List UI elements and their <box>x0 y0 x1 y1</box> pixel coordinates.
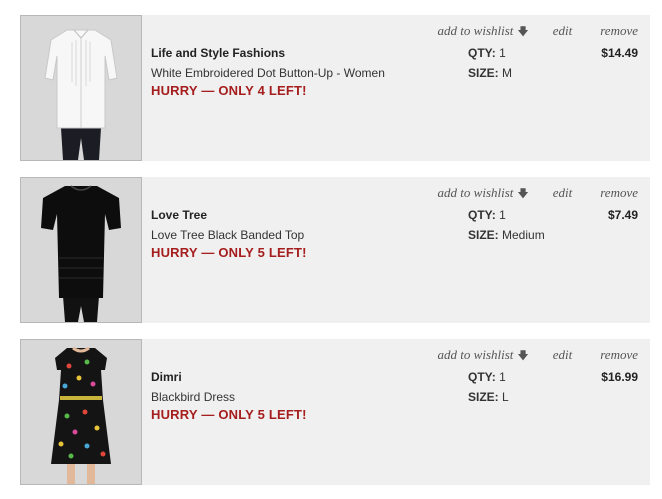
product-image-white-blouse[interactable] <box>20 15 142 161</box>
item-price: $7.49 <box>607 208 638 222</box>
size-label: SIZE: <box>468 228 499 242</box>
remove-link[interactable]: remove <box>600 23 638 38</box>
size: SIZE: Medium <box>468 228 545 242</box>
qty-label: QTY: <box>468 46 496 60</box>
add-to-wishlist-link[interactable]: add to wishlist 🡇 <box>438 347 529 362</box>
edit-link[interactable]: edit <box>553 23 573 38</box>
qty-label: QTY: <box>468 370 496 384</box>
size-label: SIZE: <box>468 390 499 404</box>
quantity: QTY: 1 <box>468 46 506 60</box>
qty-value: 1 <box>499 208 506 222</box>
edit-link[interactable]: edit <box>553 347 573 362</box>
remove-link[interactable]: remove <box>600 185 638 200</box>
add-to-wishlist-link[interactable]: add to wishlist 🡇 <box>438 185 529 200</box>
size: SIZE: L <box>468 390 509 404</box>
arrow-down-icon: 🡇 <box>517 187 529 200</box>
item-actions: add to wishlist 🡇 edit remove <box>438 23 638 42</box>
qty-value: 1 <box>499 370 506 384</box>
item-price: $14.49 <box>601 46 638 60</box>
qty-value: 1 <box>499 46 506 60</box>
stock-notice: HURRY — ONLY 4 LEFT! <box>151 83 307 98</box>
quantity: QTY: 1 <box>468 208 506 222</box>
item-actions: add to wishlist 🡇 edit remove <box>438 347 638 366</box>
item-actions: add to wishlist 🡇 edit remove <box>438 185 638 204</box>
product-name[interactable]: Love Tree Black Banded Top <box>151 228 304 242</box>
add-to-wishlist-label: add to wishlist <box>437 347 514 362</box>
arrow-down-icon: 🡇 <box>517 349 529 362</box>
edit-link[interactable]: edit <box>553 185 573 200</box>
cart-item: add to wishlist 🡇 edit remove Love Tree Lov… <box>20 177 650 323</box>
product-brand[interactable]: Love Tree <box>151 208 207 222</box>
product-name[interactable]: Blackbird Dress <box>151 390 235 404</box>
add-to-wishlist-link[interactable]: add to wishlist 🡇 <box>438 23 529 38</box>
quantity: QTY: 1 <box>468 370 506 384</box>
cart-item: add to wishlist 🡇 edit remove Life and Styl… <box>20 15 650 161</box>
stock-notice: HURRY — ONLY 5 LEFT! <box>151 407 307 422</box>
item-details-panel: add to wishlist 🡇 edit remove Dimri Blackbi… <box>142 339 650 485</box>
add-to-wishlist-label: add to wishlist <box>437 185 514 200</box>
add-to-wishlist-label: add to wishlist <box>437 23 514 38</box>
size-value: L <box>502 390 509 404</box>
size-value: Medium <box>502 228 545 242</box>
stock-notice: HURRY — ONLY 5 LEFT! <box>151 245 307 260</box>
qty-label: QTY: <box>468 208 496 222</box>
cart-item: add to wishlist 🡇 edit remove Dimri Blackbi… <box>20 339 650 485</box>
size-value: M <box>502 66 513 80</box>
size: SIZE: M <box>468 66 512 80</box>
item-price: $16.99 <box>601 370 638 384</box>
arrow-down-icon: 🡇 <box>517 25 529 38</box>
product-brand[interactable]: Life and Style Fashions <box>151 46 285 60</box>
product-image-bird-print-dress[interactable] <box>20 339 142 485</box>
size-label: SIZE: <box>468 66 499 80</box>
remove-link[interactable]: remove <box>600 347 638 362</box>
product-brand[interactable]: Dimri <box>151 370 182 384</box>
item-details-panel: add to wishlist 🡇 edit remove Love Tree Lov… <box>142 177 650 323</box>
product-name[interactable]: White Embroidered Dot Button-Up - Women <box>151 66 385 80</box>
product-image-black-top[interactable] <box>20 177 142 323</box>
item-details-panel: add to wishlist 🡇 edit remove Life and Styl… <box>142 15 650 161</box>
